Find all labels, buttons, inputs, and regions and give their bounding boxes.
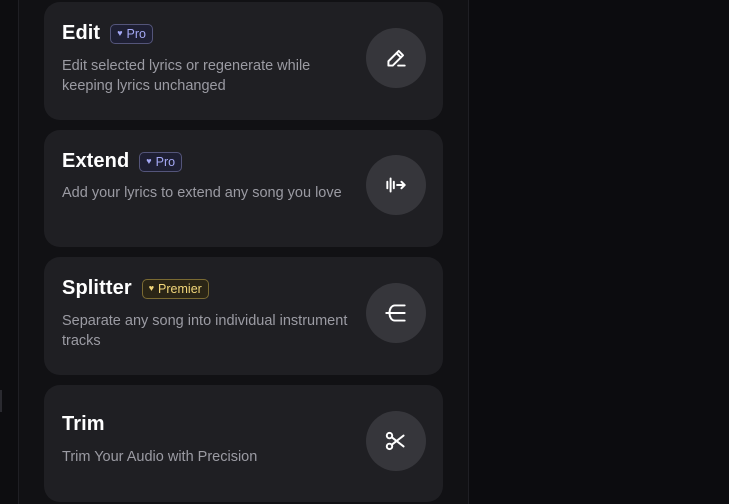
tool-card-title: Extend (62, 150, 130, 172)
trim-tool-button[interactable] (366, 411, 426, 471)
tool-card-header: Edit ♥ Pro (62, 22, 153, 45)
tool-card-trim[interactable]: Trim Trim Your Audio with Precision (44, 385, 443, 502)
gem-icon: ♥ (146, 156, 152, 166)
left-sidebar-edge (0, 0, 19, 504)
tool-card-title: Edit (62, 22, 101, 44)
premier-badge: ♥ Premier (141, 278, 209, 299)
tool-card-splitter[interactable]: Splitter ♥ Premier Separate any song int… (44, 257, 443, 375)
extend-waveform-arrow-icon (386, 177, 406, 193)
edit-tool-button[interactable] (366, 28, 426, 88)
gem-icon: ♥ (117, 28, 123, 38)
tool-card-header: Trim (62, 413, 105, 436)
tools-page: Edit ♥ Pro Edit selected lyrics or regen… (0, 0, 729, 504)
splitter-tool-button[interactable] (366, 283, 426, 343)
badge-label: Pro (126, 26, 146, 41)
pro-badge: ♥ Pro (110, 23, 153, 44)
tool-card-title: Splitter (62, 277, 132, 299)
tool-card-description: Separate any song into individual instru… (62, 313, 348, 349)
tool-card-header: Extend ♥ Pro (62, 150, 183, 173)
edit-pencil-icon (387, 49, 406, 67)
pro-badge: ♥ Pro (139, 151, 183, 172)
scissors-icon (385, 431, 405, 451)
badge-label: Premier (158, 281, 202, 296)
tool-card-title: Trim (62, 413, 105, 435)
tool-card-edit[interactable]: Edit ♥ Pro Edit selected lyrics or regen… (44, 2, 443, 120)
extend-tool-button[interactable] (366, 155, 426, 215)
tool-card-description: Add your lyrics to extend any song you l… (62, 185, 342, 201)
tool-card-header: Splitter ♥ Premier (62, 277, 209, 300)
tool-card-description: Edit selected lyrics or regenerate while… (62, 58, 311, 94)
badge-label: Pro (155, 154, 176, 169)
tool-card-extend[interactable]: Extend ♥ Pro Add your lyrics to extend a… (44, 130, 443, 247)
sidebar-scroll-indicator (0, 390, 2, 412)
gem-icon: ♥ (148, 283, 155, 293)
tool-card-description: Trim Your Audio with Precision (62, 449, 258, 465)
split-tracks-icon (385, 304, 406, 322)
